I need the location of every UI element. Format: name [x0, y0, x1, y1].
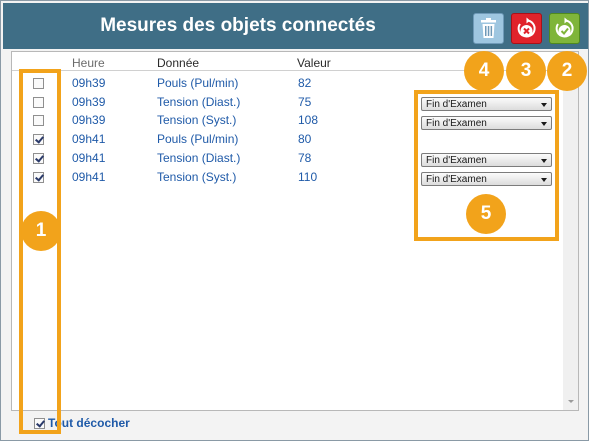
trash-icon	[481, 18, 496, 38]
cancel-icon	[517, 17, 536, 38]
column-header-value: Valeur	[297, 56, 331, 70]
row-time: 09h39	[72, 76, 106, 90]
annotation-badge-3: 3	[506, 51, 546, 91]
delete-button[interactable]	[473, 13, 504, 44]
validate-icon	[555, 17, 574, 38]
row-value: 82	[298, 76, 312, 90]
column-header-data: Donnée	[157, 56, 200, 70]
row-time: 09h39	[72, 113, 106, 127]
row-time: 09h39	[72, 95, 106, 109]
row-data: Tension (Diast.)	[157, 95, 241, 109]
row-value: 75	[298, 95, 312, 109]
highlight-checkbox-column	[19, 69, 61, 434]
annotation-badge-1: 1	[21, 211, 61, 251]
row-time: 09h41	[72, 170, 106, 184]
vertical-scrollbar[interactable]	[563, 52, 578, 410]
window-title: Mesures des objets connectés	[100, 15, 376, 36]
row-data: Tension (Syst.)	[157, 170, 237, 184]
row-data: Pouls (Pul/min)	[157, 76, 239, 90]
row-time: 09h41	[72, 132, 106, 146]
row-value: 108	[298, 113, 319, 127]
row-data: Tension (Syst.)	[157, 113, 237, 127]
scroll-down-icon[interactable]	[568, 400, 574, 403]
title-bar: Mesures des objets connectés	[3, 3, 588, 49]
cancel-button[interactable]	[511, 13, 542, 44]
annotation-badge-4: 4	[464, 51, 504, 91]
row-value: 78	[298, 151, 312, 165]
row-time: 09h41	[72, 151, 106, 165]
row-data: Pouls (Pul/min)	[157, 132, 239, 146]
row-value: 80	[298, 132, 312, 146]
column-header-time: Heure	[72, 56, 105, 70]
row-data: Tension (Diast.)	[157, 151, 241, 165]
annotation-badge-5: 5	[466, 194, 506, 234]
row-value: 110	[298, 170, 318, 184]
validate-button[interactable]	[549, 13, 580, 44]
window: Mesures des objets connectés Heure Donné…	[0, 0, 589, 441]
annotation-badge-2: 2	[547, 51, 587, 91]
